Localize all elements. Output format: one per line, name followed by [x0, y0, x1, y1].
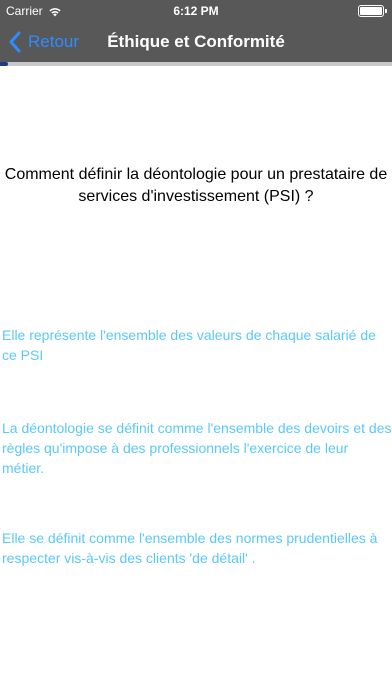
battery-level [360, 7, 382, 15]
status-bar: Carrier 6:12 PM [0, 0, 392, 22]
quiz-progress-fill [0, 62, 8, 66]
quiz-progress-bar [0, 62, 392, 66]
answer-option-2[interactable]: La déontologie se définit comme l'ensemb… [2, 418, 392, 478]
page-title: Éthique et Conformité [107, 32, 285, 51]
battery-full-icon [358, 5, 387, 17]
status-time: 6:12 PM [173, 4, 219, 18]
navigation-bar: Retour Éthique et Conformité [0, 22, 392, 62]
back-label: Retour [28, 32, 80, 51]
question-text: Comment définir la déontologie pour un p… [4, 166, 388, 205]
chevron-left-icon [9, 31, 21, 53]
answer-option-3[interactable]: Elle se définit comme l'ensemble des nor… [2, 528, 392, 568]
answer-option-1[interactable]: Elle représente l'ensemble des valeurs d… [2, 325, 392, 365]
back-button[interactable]: Retour [8, 30, 79, 54]
